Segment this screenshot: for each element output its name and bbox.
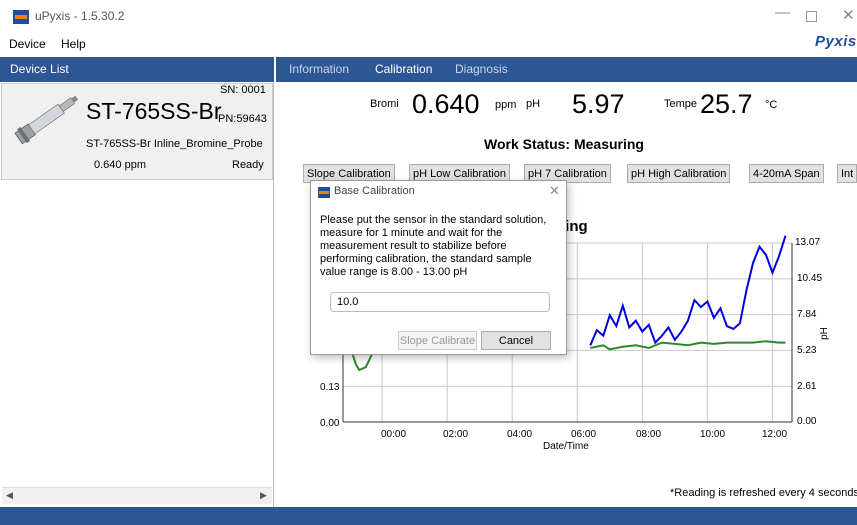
y-right-tick-label: 13.07 <box>795 237 821 248</box>
x-tick-label: 00:00 <box>381 429 407 440</box>
y-right-axis-title: pH <box>818 327 830 340</box>
y-right-tick-label: 7.84 <box>797 309 817 320</box>
series-line <box>589 235 787 346</box>
dialog-title: Base Calibration <box>334 185 415 197</box>
refresh-footnote: *Reading is refreshed every 4 seconds <box>670 487 857 499</box>
series-line <box>590 340 786 351</box>
app-logo-icon <box>318 187 330 198</box>
y-left-tick-label: 0.00 <box>320 418 340 429</box>
slope-calibrate-button[interactable]: Slope Calibrate <box>398 331 477 350</box>
x-tick-label: 08:00 <box>636 429 662 440</box>
x-tick-label: 04:00 <box>507 429 533 440</box>
x-tick-label: 12:00 <box>762 429 788 440</box>
y-right-tick-label: 0.00 <box>797 416 817 427</box>
y-right-tick-label: 5.23 <box>797 345 817 356</box>
x-tick-label: 10:00 <box>700 429 726 440</box>
status-bar <box>0 507 857 525</box>
dialog-message: Please put the sensor in the standard so… <box>320 214 547 278</box>
y-right-tick-label: 10.45 <box>797 273 823 284</box>
x-axis-title: Date/Time <box>543 441 589 452</box>
standard-value-input[interactable] <box>330 292 550 312</box>
x-tick-label: 06:00 <box>571 429 597 440</box>
base-calibration-dialog: Base Calibration ✕ Please put the sensor… <box>310 180 567 355</box>
y-left-tick-label: 0.13 <box>320 382 340 393</box>
cancel-button[interactable]: Cancel <box>481 331 551 350</box>
x-tick-label: 02:00 <box>443 429 469 440</box>
dialog-close-icon[interactable]: ✕ <box>549 183 560 199</box>
y-right-tick-label: 2.61 <box>797 381 817 392</box>
